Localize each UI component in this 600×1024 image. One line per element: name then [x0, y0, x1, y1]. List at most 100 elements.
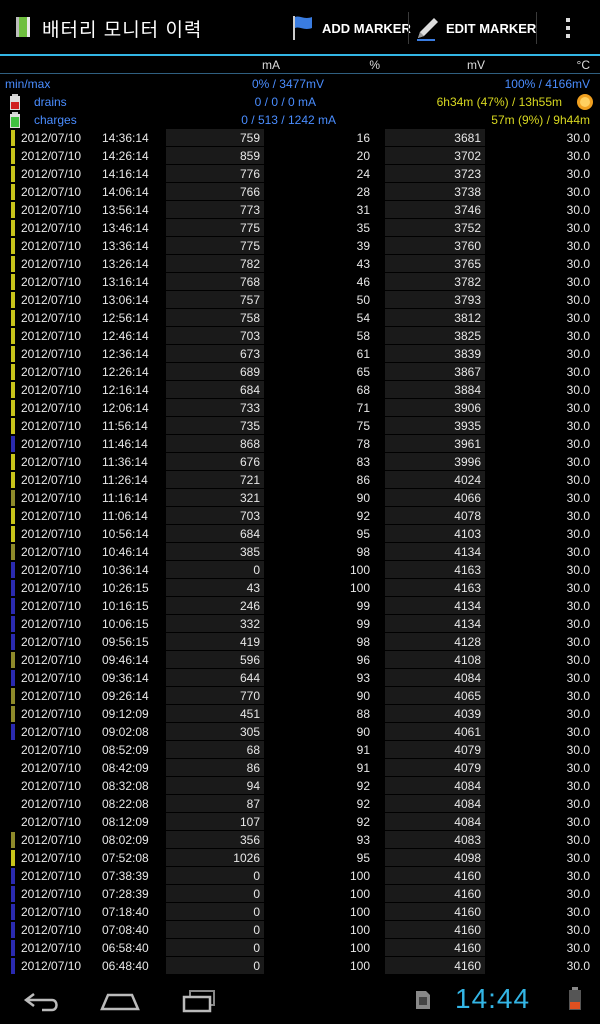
- cell-date: 2012/07/10: [21, 293, 82, 307]
- cell-date: 2012/07/10: [21, 707, 82, 721]
- cell-temp: 30.0: [566, 707, 590, 721]
- table-row[interactable]: 2012/07/10 07:18:40 0 100 4160 30.0: [0, 903, 600, 921]
- cell-date: 2012/07/10: [21, 527, 82, 541]
- add-marker-button[interactable]: ADD MARKER: [290, 8, 411, 48]
- table-row[interactable]: 2012/07/10 08:22:08 87 92 4084 30.0: [0, 795, 600, 813]
- cell-time: 08:42:09: [102, 761, 149, 775]
- cell-pct: 75: [356, 419, 370, 433]
- table-row[interactable]: 2012/07/10 07:52:08 1026 95 4098 30.0: [0, 849, 600, 867]
- table-row[interactable]: 2012/07/10 09:02:08 305 90 4061 30.0: [0, 723, 600, 741]
- table-row[interactable]: 2012/07/10 07:08:40 0 100 4160 30.0: [0, 921, 600, 939]
- table-row[interactable]: 2012/07/10 12:36:14 673 61 3839 30.0: [0, 345, 600, 363]
- row-marker: [11, 832, 15, 848]
- table-row[interactable]: 2012/07/10 13:06:14 757 50 3793 30.0: [0, 291, 600, 309]
- overflow-menu-icon[interactable]: [556, 14, 580, 42]
- table-row[interactable]: 2012/07/10 11:36:14 676 83 3996 30.0: [0, 453, 600, 471]
- table-row[interactable]: 2012/07/10 12:46:14 703 58 3825 30.0: [0, 327, 600, 345]
- table-row[interactable]: 2012/07/10 11:06:14 703 92 4078 30.0: [0, 507, 600, 525]
- cell-pct: 58: [356, 329, 370, 343]
- table-row[interactable]: 2012/07/10 12:56:14 758 54 3812 30.0: [0, 309, 600, 327]
- cell-ma: 703: [166, 327, 264, 344]
- table-row[interactable]: 2012/07/10 09:56:15 419 98 4128 30.0: [0, 633, 600, 651]
- cell-date: 2012/07/10: [21, 473, 82, 487]
- table-row[interactable]: 2012/07/10 11:16:14 321 90 4066 30.0: [0, 489, 600, 507]
- table-row[interactable]: 2012/07/10 10:36:14 0 100 4163 30.0: [0, 561, 600, 579]
- cell-pct: 46: [356, 275, 370, 289]
- back-icon[interactable]: [20, 985, 64, 1015]
- cell-mv: 4039: [385, 705, 485, 722]
- cell-pct: 50: [356, 293, 370, 307]
- cell-date: 2012/07/10: [21, 419, 82, 433]
- table-row[interactable]: 2012/07/10 13:26:14 782 43 3765 30.0: [0, 255, 600, 273]
- cell-date: 2012/07/10: [21, 689, 82, 703]
- table-row[interactable]: 2012/07/10 06:58:40 0 100 4160 30.0: [0, 939, 600, 957]
- table-row[interactable]: 2012/07/10 10:16:15 246 99 4134 30.0: [0, 597, 600, 615]
- table-row[interactable]: 2012/07/10 09:12:09 451 88 4039 30.0: [0, 705, 600, 723]
- cell-mv: 4128: [385, 633, 485, 650]
- table-row[interactable]: 2012/07/10 08:42:09 86 91 4079 30.0: [0, 759, 600, 777]
- cell-temp: 30.0: [566, 779, 590, 793]
- table-row[interactable]: 2012/07/10 10:46:14 385 98 4134 30.0: [0, 543, 600, 561]
- cell-temp: 30.0: [566, 293, 590, 307]
- app-icon[interactable]: [14, 15, 32, 39]
- table-row[interactable]: 2012/07/10 14:26:14 859 20 3702 30.0: [0, 147, 600, 165]
- table-row[interactable]: 2012/07/10 08:02:09 356 93 4083 30.0: [0, 831, 600, 849]
- cell-pct: 91: [356, 761, 370, 775]
- cell-temp: 30.0: [566, 167, 590, 181]
- table-row[interactable]: 2012/07/10 08:32:08 94 92 4084 30.0: [0, 777, 600, 795]
- row-marker: [11, 166, 15, 182]
- cell-mv: 4065: [385, 687, 485, 704]
- table-row[interactable]: 2012/07/10 10:26:15 43 100 4163 30.0: [0, 579, 600, 597]
- cell-pct: 39: [356, 239, 370, 253]
- cell-mv: 3723: [385, 165, 485, 182]
- table-row[interactable]: 2012/07/10 14:36:14 759 16 3681 30.0: [0, 129, 600, 147]
- cell-ma: 684: [166, 525, 264, 542]
- table-row[interactable]: 2012/07/10 06:48:40 0 100 4160 30.0: [0, 957, 600, 975]
- table-row[interactable]: 2012/07/10 13:16:14 768 46 3782 30.0: [0, 273, 600, 291]
- drains-ma: 0 / 0 / 0 mA: [254, 95, 316, 109]
- cell-date: 2012/07/10: [21, 149, 82, 163]
- cell-date: 2012/07/10: [21, 563, 82, 577]
- table-row[interactable]: 2012/07/10 09:46:14 596 96 4108 30.0: [0, 651, 600, 669]
- cell-pct: 98: [356, 635, 370, 649]
- table-row[interactable]: 2012/07/10 08:52:09 68 91 4079 30.0: [0, 741, 600, 759]
- cell-mv: 4078: [385, 507, 485, 524]
- table-row[interactable]: 2012/07/10 07:28:39 0 100 4160 30.0: [0, 885, 600, 903]
- table-row[interactable]: 2012/07/10 10:06:15 332 99 4134 30.0: [0, 615, 600, 633]
- row-marker: [11, 274, 15, 290]
- table-row[interactable]: 2012/07/10 07:38:39 0 100 4160 30.0: [0, 867, 600, 885]
- table-row[interactable]: 2012/07/10 10:56:14 684 95 4103 30.0: [0, 525, 600, 543]
- cell-time: 11:46:14: [102, 437, 148, 451]
- table-row[interactable]: 2012/07/10 09:36:14 644 93 4084 30.0: [0, 669, 600, 687]
- table-row[interactable]: 2012/07/10 13:46:14 775 35 3752 30.0: [0, 219, 600, 237]
- column-header-mv: mV: [467, 58, 485, 72]
- cell-mv: 4134: [385, 543, 485, 560]
- table-row[interactable]: 2012/07/10 11:46:14 868 78 3961 30.0: [0, 435, 600, 453]
- table-row[interactable]: 2012/07/10 12:06:14 733 71 3906 30.0: [0, 399, 600, 417]
- recent-apps-icon[interactable]: [178, 985, 222, 1015]
- row-marker: [11, 706, 15, 722]
- edit-marker-button[interactable]: EDIT MARKER: [414, 8, 536, 48]
- table-row[interactable]: 2012/07/10 11:26:14 721 86 4024 30.0: [0, 471, 600, 489]
- table-row[interactable]: 2012/07/10 13:56:14 773 31 3746 30.0: [0, 201, 600, 219]
- table-row[interactable]: 2012/07/10 12:16:14 684 68 3884 30.0: [0, 381, 600, 399]
- table-row[interactable]: 2012/07/10 11:56:14 735 75 3935 30.0: [0, 417, 600, 435]
- table-row[interactable]: 2012/07/10 08:12:09 107 92 4084 30.0: [0, 813, 600, 831]
- cell-date: 2012/07/10: [21, 239, 82, 253]
- cell-temp: 30.0: [566, 725, 590, 739]
- history-list[interactable]: 2012/07/10 14:36:14 759 16 3681 30.0 2012/07/1…: [0, 129, 600, 975]
- table-row[interactable]: 2012/07/10 09:26:14 770 90 4065 30.0: [0, 687, 600, 705]
- row-marker: [11, 868, 15, 884]
- table-row[interactable]: 2012/07/10 13:36:14 775 39 3760 30.0: [0, 237, 600, 255]
- cell-ma: 703: [166, 507, 264, 524]
- cell-pct: 93: [356, 833, 370, 847]
- cell-pct: 92: [356, 797, 370, 811]
- home-icon[interactable]: [98, 985, 142, 1015]
- table-row[interactable]: 2012/07/10 12:26:14 689 65 3867 30.0: [0, 363, 600, 381]
- cell-time: 14:36:14: [102, 131, 149, 145]
- row-marker: [11, 382, 15, 398]
- cell-ma: 859: [166, 147, 264, 164]
- cell-date: 2012/07/10: [21, 347, 82, 361]
- table-row[interactable]: 2012/07/10 14:06:14 766 28 3738 30.0: [0, 183, 600, 201]
- table-row[interactable]: 2012/07/10 14:16:14 776 24 3723 30.0: [0, 165, 600, 183]
